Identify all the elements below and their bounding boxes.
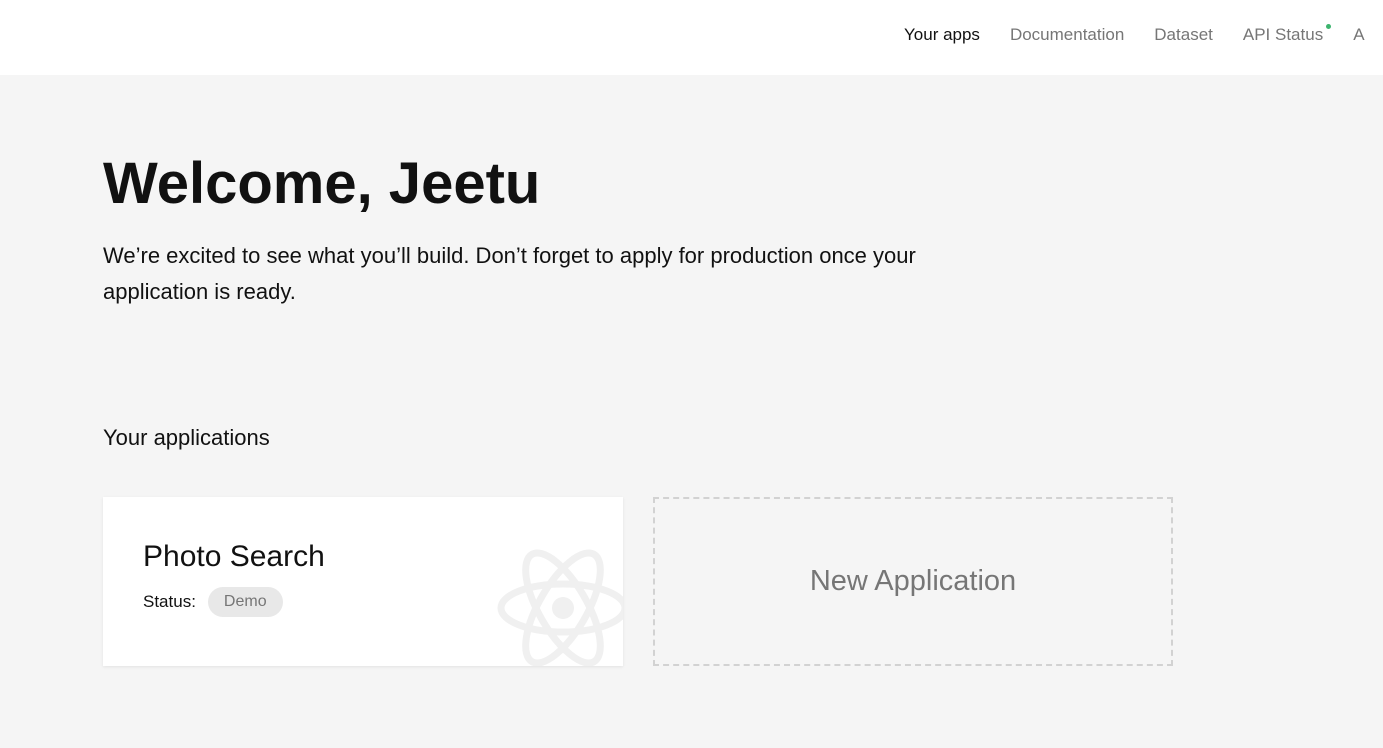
new-application-button[interactable]: New Application	[653, 497, 1173, 666]
nav-api-status[interactable]: API Status	[1242, 24, 1332, 45]
nav-overflow-item[interactable]: A	[1353, 25, 1364, 45]
nav-dataset[interactable]: Dataset	[1154, 25, 1213, 45]
page-title: Welcome, Jeetu	[103, 151, 541, 216]
new-application-label: New Application	[809, 565, 1017, 597]
top-navigation-bar: Your apps Documentation Dataset API Stat…	[0, 0, 1383, 75]
status-badge: Demo	[207, 587, 283, 617]
api-status-indicator-dot	[1326, 24, 1332, 29]
atom-icon	[497, 549, 623, 666]
section-title-your-applications: Your applications	[103, 425, 270, 450]
status-label: Status:	[143, 592, 196, 611]
app-card-photo-search[interactable]: Photo Search Status: Demo	[103, 497, 623, 666]
nav-your-apps[interactable]: Your apps	[904, 25, 980, 45]
welcome-message: We’re excited to see what you’ll build. …	[103, 243, 916, 304]
app-name: Photo Search	[143, 540, 325, 573]
app-status-row: Status: Demo	[143, 587, 283, 617]
main-nav: Your apps Documentation Dataset API Stat…	[904, 24, 1383, 45]
nav-api-status-label: API Status	[1242, 25, 1324, 44]
nav-documentation[interactable]: Documentation	[1010, 25, 1124, 45]
